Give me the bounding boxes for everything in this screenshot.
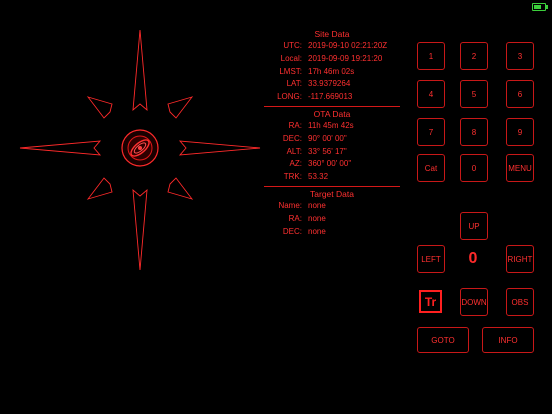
- site-row-local: Local: 2019-09-09 19:21:20: [280, 53, 383, 63]
- keypad-7-button[interactable]: 7: [417, 118, 445, 146]
- compass-se-point: [167, 177, 194, 200]
- info-button[interactable]: INFO: [482, 327, 534, 353]
- slew-down-button[interactable]: DOWN: [460, 288, 488, 316]
- keypad-9-button[interactable]: 9: [506, 118, 534, 146]
- ota-data-title: OTA Data: [313, 108, 351, 119]
- target-row-name: Name: none: [278, 200, 326, 210]
- site-data-title: Site Data: [314, 29, 350, 39]
- compass-center-logo-icon: [121, 129, 159, 167]
- ota-row-trk: TRK: 53.32: [283, 172, 329, 182]
- site-row-utc: UTC: 2019-09-10 02:21:20Z: [283, 41, 388, 50]
- catalog-button[interactable]: Cat: [417, 154, 445, 182]
- site-row-lat: LAT: 33.9379264: [286, 79, 351, 89]
- slew-up-button[interactable]: UP: [460, 212, 488, 240]
- compass-ne-point: [167, 96, 194, 119]
- ota-row-dec: DEC: 90° 00' 00": [282, 133, 347, 143]
- compass-east-point: [178, 140, 261, 156]
- compass-south-point: [132, 188, 148, 271]
- obs-button[interactable]: OBS: [506, 288, 534, 316]
- keypad-0-button[interactable]: 0: [460, 154, 488, 182]
- keypad-4-button[interactable]: 4: [417, 80, 445, 108]
- site-row-long: LONG: -117.669013: [277, 92, 353, 102]
- keypad-8-button[interactable]: 8: [460, 118, 488, 146]
- keypad-6-button[interactable]: 6: [506, 80, 534, 108]
- ota-row-alt: ALT: 33° 56' 17": [286, 146, 347, 156]
- target-row-dec: DEC: none: [282, 226, 326, 236]
- slew-speed-indicator: 0: [468, 250, 478, 267]
- tracking-toggle[interactable]: Tr: [419, 290, 442, 313]
- slew-right-button[interactable]: RIGHT: [506, 245, 534, 273]
- keypad-3-button[interactable]: 3: [506, 42, 534, 70]
- compass-nw-point: [86, 96, 113, 119]
- target-data-title: Target Data: [310, 188, 354, 199]
- compass-north-point: [132, 29, 148, 112]
- target-row-ra: RA: none: [288, 213, 326, 223]
- site-row-lmst: LMST: 17h 46m 02s: [279, 66, 355, 76]
- divider: [264, 105, 400, 107]
- keypad-2-button[interactable]: 2: [460, 42, 488, 70]
- goto-button[interactable]: GOTO: [417, 327, 469, 353]
- keypad-5-button[interactable]: 5: [460, 80, 488, 108]
- data-panel: Site Data UTC: 2019-09-10 02:21:20Z Local…: [264, 28, 400, 238]
- keypad-1-button[interactable]: 1: [417, 42, 445, 70]
- divider: [264, 185, 400, 187]
- compass-sw-point: [86, 177, 113, 200]
- compass-west-point: [19, 140, 102, 156]
- slew-left-button[interactable]: LEFT: [417, 245, 445, 273]
- menu-button[interactable]: MENU: [506, 154, 534, 182]
- ota-row-az: AZ: 360° 00' 00": [289, 159, 352, 169]
- ota-row-ra: RA: 11h 45m 42s: [288, 120, 354, 130]
